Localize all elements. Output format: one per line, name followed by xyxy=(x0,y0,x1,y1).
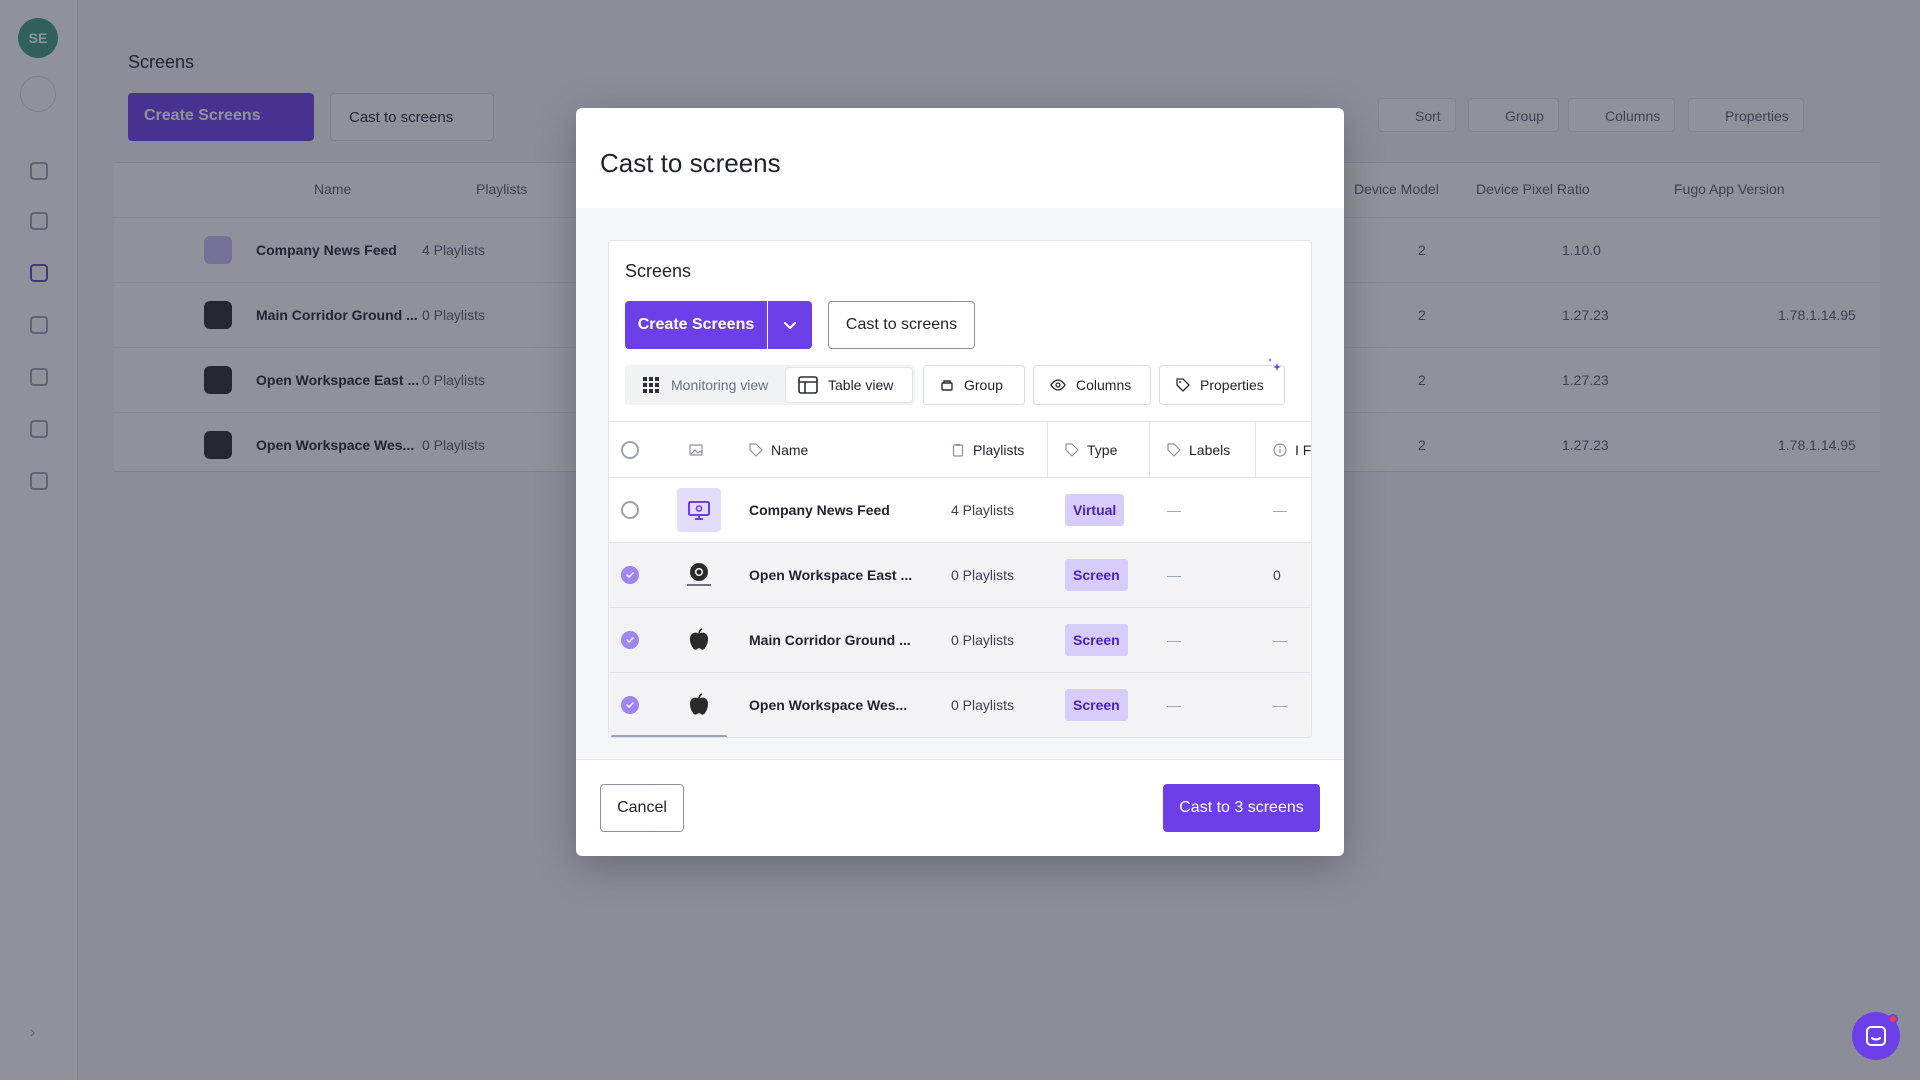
table-icon xyxy=(798,376,818,394)
chevron-down-icon xyxy=(784,322,796,329)
type-badge: Screen xyxy=(1065,624,1128,656)
row-labels: — xyxy=(1167,502,1181,518)
row-select-checkbox[interactable] xyxy=(621,566,639,584)
row-extra: — xyxy=(1273,632,1287,648)
tag-icon xyxy=(749,443,763,457)
row-labels: — xyxy=(1167,567,1181,583)
clipboard-icon xyxy=(952,444,964,457)
row-select-checkbox[interactable] xyxy=(621,696,639,714)
screen-thumbnail xyxy=(677,683,721,727)
create-screens-dropdown[interactable] xyxy=(768,301,812,349)
check-icon xyxy=(626,637,634,644)
column-header-extra-label: I F xyxy=(1295,442,1312,458)
chrome-extension-icon xyxy=(687,563,711,586)
apple-icon xyxy=(689,693,709,715)
tag-icon xyxy=(1065,443,1079,457)
row-playlists: 0 Playlists xyxy=(951,632,1015,648)
row-name: Company News Feed xyxy=(749,502,890,518)
chat-icon xyxy=(1866,1026,1886,1046)
column-divider[interactable] xyxy=(1047,422,1048,478)
horizontal-scrollbar[interactable] xyxy=(611,735,727,737)
cast-to-screens-dialog: Cast to screens Screens Create Screens C… xyxy=(576,108,1344,856)
table-header: Name Playlists Type Labels I F xyxy=(609,422,1311,478)
apple-icon xyxy=(689,628,709,650)
column-divider[interactable] xyxy=(1149,422,1150,478)
table-view-label: Table view xyxy=(828,377,894,393)
cast-to-screens-submit-button[interactable]: Cast to 3 screens xyxy=(1163,784,1320,832)
column-header-labels[interactable]: Labels xyxy=(1167,422,1230,478)
eye-icon xyxy=(1050,379,1066,391)
dialog-title: Cast to screens xyxy=(600,148,781,178)
columns-label: Columns xyxy=(1076,377,1132,393)
column-header-extra[interactable]: I F xyxy=(1273,422,1311,478)
screen-thumbnail xyxy=(677,488,721,532)
chat-launcher-button[interactable] xyxy=(1852,1012,1900,1060)
image-icon xyxy=(689,444,703,456)
column-header-labels-label: Labels xyxy=(1189,442,1231,458)
monitoring-view-button[interactable]: Monitoring view xyxy=(625,365,785,405)
row-name: Main Corridor Ground ... xyxy=(749,632,911,648)
tag-icon xyxy=(1176,378,1190,392)
dialog-footer: Cancel Cast to 3 screens xyxy=(576,760,1344,856)
column-header-playlists-label: Playlists xyxy=(973,442,1025,458)
row-playlists: 4 Playlists xyxy=(951,502,1015,518)
view-toggle: Monitoring view Table view xyxy=(625,365,915,405)
grid-icon xyxy=(643,377,659,393)
column-header-name[interactable]: Name xyxy=(749,422,808,478)
table-row[interactable]: Company News Feed 4 Playlists Virtual — … xyxy=(609,478,1311,543)
row-playlists: 0 Playlists xyxy=(951,697,1015,713)
columns-button[interactable]: Columns xyxy=(1033,365,1151,405)
cast-to-screens-button[interactable]: Cast to screens xyxy=(828,301,975,349)
row-extra: 0 xyxy=(1273,567,1281,583)
screens-panel: Screens Create Screens Cast to screens M… xyxy=(608,240,1312,738)
screen-thumbnail xyxy=(677,553,721,597)
table-row[interactable]: Open Workspace Wes... 0 Playlists Screen… xyxy=(609,673,1311,737)
column-divider[interactable] xyxy=(1255,422,1256,478)
group-label: Group xyxy=(964,377,1003,393)
type-badge: Screen xyxy=(1065,689,1128,721)
table-row[interactable]: Open Workspace East ... 0 Playlists Scre… xyxy=(609,543,1311,608)
row-playlists: 0 Playlists xyxy=(951,567,1015,583)
row-select-checkbox[interactable] xyxy=(621,501,639,519)
layers-icon xyxy=(941,380,953,391)
row-extra: — xyxy=(1273,697,1287,713)
thumbnail-header xyxy=(689,422,703,478)
dialog-header: Cast to screens xyxy=(576,108,1344,208)
column-header-name-label: Name xyxy=(771,442,809,458)
panel-title: Screens xyxy=(625,261,692,281)
type-badge: Screen xyxy=(1065,559,1128,591)
column-header-type[interactable]: Type xyxy=(1065,422,1117,478)
select-all-checkbox[interactable] xyxy=(621,441,639,459)
group-button[interactable]: Group xyxy=(923,365,1025,405)
check-icon xyxy=(626,572,634,579)
row-labels: — xyxy=(1167,632,1181,648)
screens-table: Name Playlists Type Labels I F Company N… xyxy=(609,421,1311,737)
dialog-body: Screens Create Screens Cast to screens M… xyxy=(576,208,1344,760)
info-icon xyxy=(1273,443,1287,457)
screen-thumbnail xyxy=(677,618,721,662)
column-header-type-label: Type xyxy=(1087,442,1118,458)
row-labels: — xyxy=(1167,697,1181,713)
type-badge: Virtual xyxy=(1065,494,1125,526)
row-extra: — xyxy=(1273,502,1287,518)
create-screens-button[interactable]: Create Screens xyxy=(625,301,767,349)
table-view-button[interactable]: Table view xyxy=(785,367,913,403)
monitoring-view-label: Monitoring view xyxy=(671,377,769,393)
tag-icon xyxy=(1167,443,1181,457)
cancel-button[interactable]: Cancel xyxy=(600,784,684,832)
properties-label: Properties xyxy=(1200,377,1264,393)
row-name: Open Workspace East ... xyxy=(749,567,913,583)
monitor-icon xyxy=(688,501,710,520)
column-header-playlists[interactable]: Playlists xyxy=(951,422,1024,478)
table-row[interactable]: Main Corridor Ground ... 0 Playlists Scr… xyxy=(609,608,1311,673)
check-icon xyxy=(626,702,634,709)
row-select-checkbox[interactable] xyxy=(621,631,639,649)
row-name: Open Workspace Wes... xyxy=(749,697,908,713)
sparkle-icon xyxy=(1268,358,1281,371)
notification-dot xyxy=(1888,1014,1898,1024)
